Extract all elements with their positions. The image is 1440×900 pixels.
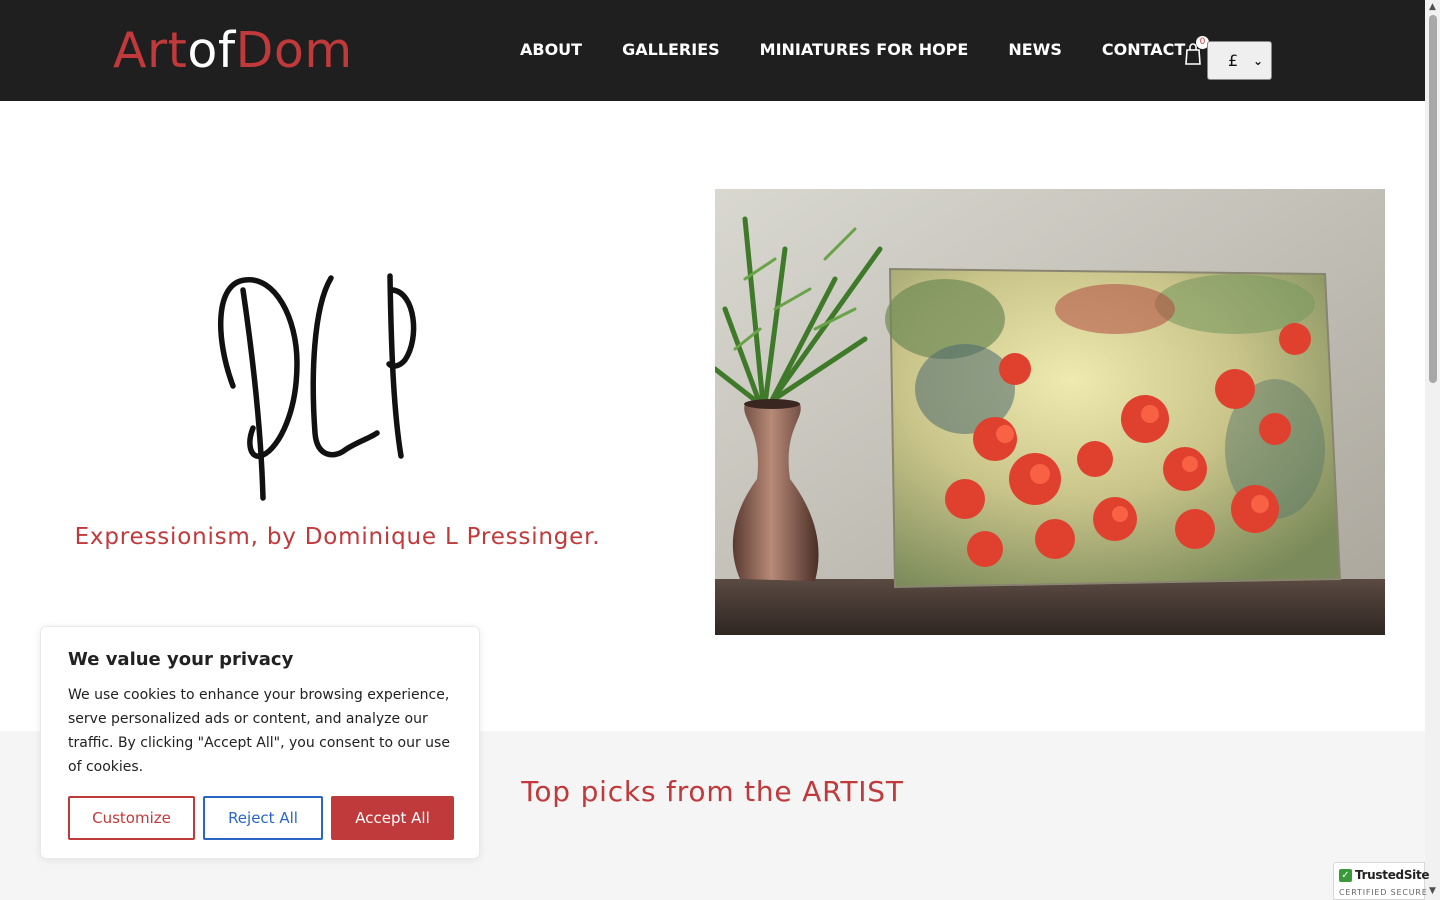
scroll-down-arrow-icon[interactable]: ▼	[1427, 886, 1438, 896]
site-header: ArtofDom ABOUT GALLERIES MINIATURES FOR …	[0, 0, 1425, 101]
cookie-description: We use cookies to enhance your browsing …	[68, 687, 450, 775]
painting-red-flowers-icon	[715, 189, 1385, 635]
reject-all-button[interactable]: Reject All	[203, 796, 323, 840]
checkmark-icon: ✓	[1339, 869, 1352, 882]
logo-part-art: Art	[113, 22, 188, 79]
nav-about[interactable]: ABOUT	[520, 38, 582, 62]
nav-galleries[interactable]: GALLERIES	[622, 38, 720, 62]
chevron-down-icon: ⌄	[1252, 53, 1263, 68]
site-logo[interactable]: ArtofDom	[113, 22, 353, 80]
dlp-signature-logo	[217, 273, 417, 501]
nav-contact[interactable]: CONTACT	[1102, 38, 1185, 62]
currency-selected-value: £	[1228, 51, 1239, 70]
logo-part-of: of	[187, 22, 236, 79]
nav-miniatures-for-hope[interactable]: MINIATURES FOR HOPE	[760, 38, 969, 62]
scroll-up-arrow-icon[interactable]: ▲	[1427, 2, 1438, 12]
scrollbar-thumb[interactable]	[1429, 15, 1437, 383]
logo-part-dom: Dom	[235, 22, 353, 79]
currency-select[interactable]: £ ⌄	[1207, 41, 1272, 80]
main-nav: ABOUT GALLERIES MINIATURES FOR HOPE NEWS…	[520, 38, 1225, 62]
hero-painting-image	[715, 189, 1385, 635]
cookie-consent-banner: We value your privacy We use cookies to …	[40, 626, 480, 859]
trustedsite-badge[interactable]: ✓ TrustedSite CERTIFIED SECURE	[1333, 862, 1430, 900]
hero-tagline: Expressionism, by Dominique L Pressinger…	[74, 524, 601, 550]
nav-news[interactable]: NEWS	[1008, 38, 1062, 62]
accept-all-button[interactable]: Accept All	[331, 796, 454, 840]
trustedsite-name: TrustedSite	[1355, 868, 1430, 882]
cookie-title: We value your privacy	[68, 649, 294, 670]
customize-button[interactable]: Customize	[68, 796, 195, 840]
trustedsite-subtext: CERTIFIED SECURE	[1339, 888, 1428, 897]
